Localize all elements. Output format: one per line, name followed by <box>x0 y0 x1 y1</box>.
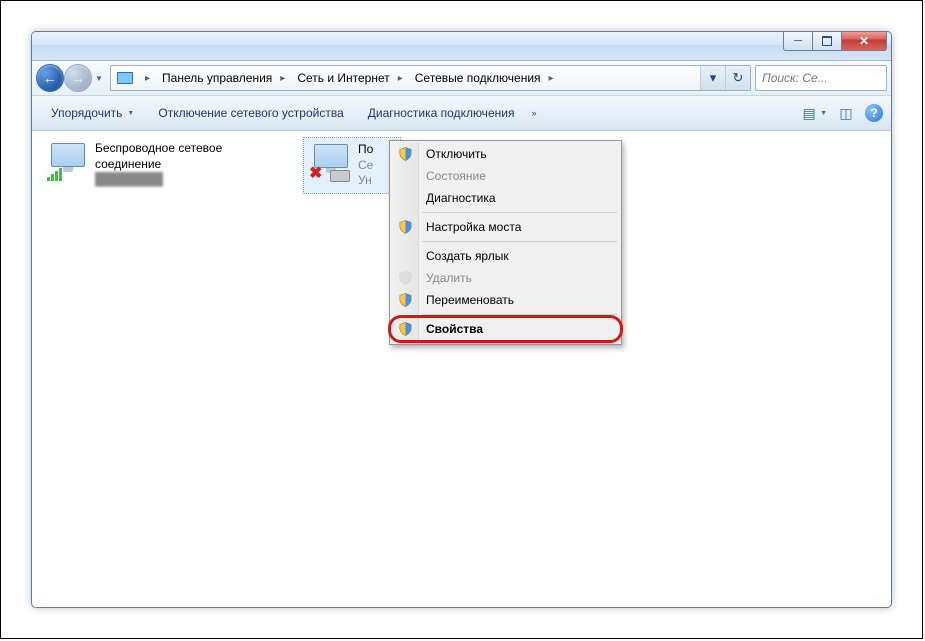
context-item-shortcut[interactable]: Создать ярлык <box>392 245 619 267</box>
connection-item-wireless[interactable]: Беспроводное сетевое соединение ████████ <box>41 137 269 192</box>
context-item-bridge[interactable]: Настройка моста <box>392 216 619 238</box>
chevron-down-icon: ▼ <box>127 110 134 117</box>
context-item-label: Отключить <box>426 147 487 161</box>
connection-title: Беспроводное сетевое соединение <box>95 141 265 172</box>
refresh-button[interactable]: ↻ <box>725 66 750 90</box>
context-item-label: Состояние <box>426 169 486 183</box>
search-input[interactable] <box>756 71 892 85</box>
search-box[interactable]: 🔍 <box>755 65 887 91</box>
context-menu-separator <box>422 212 617 213</box>
maximize-button[interactable] <box>813 31 842 51</box>
connection-line3: Ун <box>358 173 373 189</box>
view-icon: ▤ <box>800 105 818 122</box>
breadcrumb-network-connections[interactable]: Сетевые подключения <box>409 66 543 90</box>
forward-button[interactable]: → <box>64 64 92 92</box>
shield-icon <box>398 270 413 286</box>
address-bar[interactable]: ▸ Панель управления ▸ Сеть и Интернет ▸ … <box>110 65 751 91</box>
shield-icon <box>398 219 413 235</box>
context-menu-separator <box>422 314 617 315</box>
context-item-diagnose[interactable]: Диагностика <box>392 187 619 209</box>
context-menu: Отключить Состояние Диагностика Настройк… <box>389 140 622 345</box>
navigation-bar: ← → ▼ ▸ Панель управления ▸ Сеть и Интер… <box>32 61 891 96</box>
context-item-rename[interactable]: Переименовать <box>392 289 619 311</box>
toolbar: Упорядочить ▼ Отключение сетевого устрой… <box>32 96 891 131</box>
chevron-down-icon: ▼ <box>820 110 827 117</box>
wireless-connection-icon <box>45 141 89 181</box>
context-item-label: Диагностика <box>426 191 496 205</box>
context-item-label: Переименовать <box>426 293 514 307</box>
view-options-button[interactable]: ▤ ▼ <box>800 105 827 122</box>
context-item-label: Настройка моста <box>426 220 521 234</box>
location-icon <box>115 68 135 88</box>
connection-line2: Се <box>358 158 373 174</box>
breadcrumb-arrow-icon[interactable]: ▸ <box>392 73 409 84</box>
toolbar-overflow-icon[interactable]: » <box>531 108 536 118</box>
close-button[interactable]: ✕ <box>842 31 887 51</box>
breadcrumb-arrow-icon[interactable]: ▸ <box>274 73 291 84</box>
context-item-properties[interactable]: Свойства <box>392 318 619 340</box>
organize-label: Упорядочить <box>51 106 122 120</box>
context-item-status: Состояние <box>392 165 619 187</box>
organize-button[interactable]: Упорядочить ▼ <box>40 101 145 125</box>
context-item-label: Удалить <box>426 271 472 285</box>
explorer-window: ─ ✕ ← → ▼ ▸ Панель управления ▸ Сеть и И… <box>31 31 892 608</box>
chevron-down-icon[interactable]: ▾ <box>700 66 725 90</box>
disable-device-label: Отключение сетевого устройства <box>158 106 343 120</box>
connection-subtitle: ████████ <box>95 172 265 188</box>
breadcrumb-arrow-icon[interactable]: ▸ <box>543 73 560 84</box>
diagnose-label: Диагностика подключения <box>368 106 515 120</box>
disable-device-button[interactable]: Отключение сетевого устройства <box>147 101 354 125</box>
context-item-label: Свойства <box>426 322 483 336</box>
nav-history-dropdown[interactable]: ▼ <box>92 66 106 90</box>
context-item-label: Создать ярлык <box>426 249 509 263</box>
preview-pane-button[interactable]: ◫ <box>837 105 855 122</box>
context-item-disable[interactable]: Отключить <box>392 143 619 165</box>
shield-icon <box>398 292 413 308</box>
lan-connection-icon: ✖ <box>308 142 352 182</box>
shield-icon <box>398 321 413 337</box>
window-titlebar[interactable]: ─ ✕ <box>32 32 891 61</box>
connection-item-lan[interactable]: ✖ По Се Ун <box>303 137 401 194</box>
shield-icon <box>398 146 413 162</box>
context-item-delete: Удалить <box>392 267 619 289</box>
help-button[interactable]: ? <box>865 104 883 122</box>
diagnose-button[interactable]: Диагностика подключения <box>357 101 526 125</box>
breadcrumb-arrow-icon[interactable]: ▸ <box>139 73 156 84</box>
back-button[interactable]: ← <box>36 64 64 92</box>
breadcrumb-network-internet[interactable]: Сеть и Интернет <box>291 66 391 90</box>
breadcrumb-control-panel[interactable]: Панель управления <box>156 66 274 90</box>
connection-title: По <box>358 142 373 158</box>
minimize-button[interactable]: ─ <box>783 31 813 51</box>
context-menu-separator <box>422 241 617 242</box>
